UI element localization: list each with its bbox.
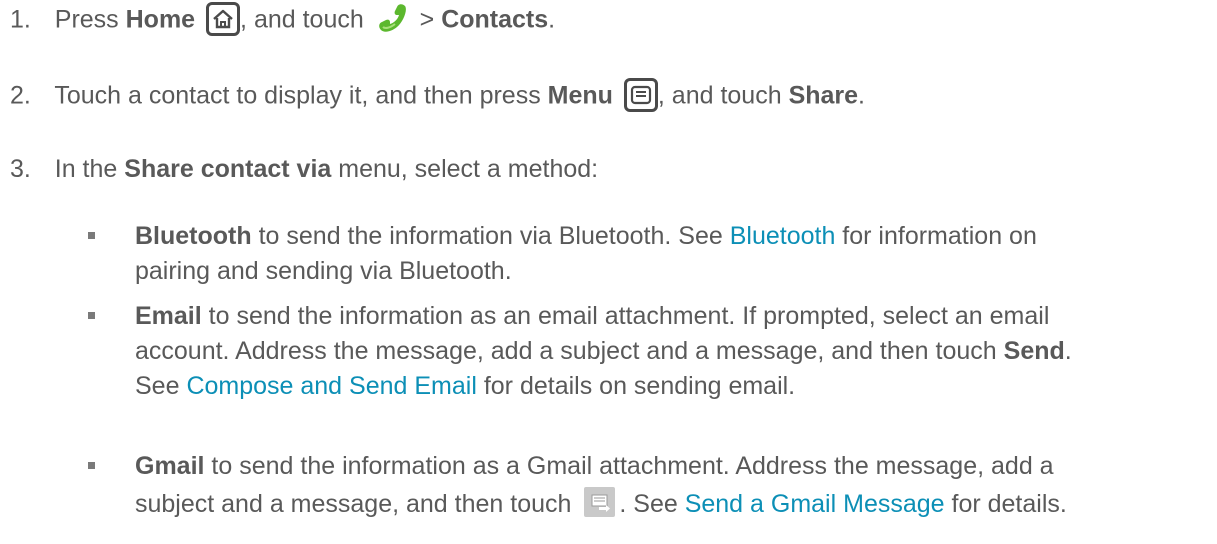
phone-icon xyxy=(375,0,409,34)
bullet-icon xyxy=(88,462,95,469)
step-2: 2. Touch a contact to display it, and th… xyxy=(10,78,865,114)
step-text: > xyxy=(412,5,442,34)
step-text: Touch a contact to display it, and then … xyxy=(54,81,548,110)
send-label: Send xyxy=(1003,337,1065,365)
method-email-line-3: See Compose and Send Email for details o… xyxy=(135,371,795,401)
bluetooth-link[interactable]: Bluetooth xyxy=(730,222,836,250)
method-text: for details on sending email. xyxy=(476,372,796,400)
method-bluetooth-line-1: Bluetooth to send the information via Bl… xyxy=(135,221,1037,251)
method-gmail-line-2: subject and a message, and then touch . … xyxy=(135,487,1067,520)
method-name: Email xyxy=(135,302,202,330)
bullet-icon xyxy=(88,232,95,239)
method-text: . See xyxy=(619,490,685,518)
method-text: See xyxy=(135,372,187,400)
method-text: pairing and sending via Bluetooth. xyxy=(135,257,512,285)
step-number: 3. xyxy=(10,155,31,183)
method-text: account. Address the message, add a subj… xyxy=(135,337,1004,365)
method-text: for information on xyxy=(835,222,1037,250)
step-number: 2. xyxy=(10,81,31,110)
step-text: , and touch xyxy=(657,81,789,110)
method-text: to send the information as a Gmail attac… xyxy=(204,452,1054,480)
contacts-label: Contacts xyxy=(441,5,549,34)
send-icon xyxy=(584,487,616,518)
menu-key-label: Menu xyxy=(547,81,613,110)
method-text: to send the information as an email atta… xyxy=(201,302,1050,330)
method-email-line-2: account. Address the message, add a subj… xyxy=(135,336,1072,366)
send-a-gmail-message-link[interactable]: Send a Gmail Message xyxy=(685,490,945,518)
share-label: Share xyxy=(788,81,859,110)
method-bluetooth-line-2: pairing and sending via Bluetooth. xyxy=(135,256,512,286)
home-icon xyxy=(206,2,241,36)
method-email-line-1: Email to send the information as an emai… xyxy=(135,301,1049,331)
method-text: . xyxy=(1064,337,1072,365)
step-1: 1. Press Home , and touch > Contacts. xyxy=(10,2,556,38)
step-text: Press xyxy=(54,5,126,34)
step-text: In the xyxy=(54,155,125,183)
share-contact-via-label: Share contact via xyxy=(124,155,332,183)
method-text: subject and a message, and then touch xyxy=(135,490,572,518)
step-text: menu, select a method: xyxy=(331,155,599,183)
step-3: 3. In the Share contact via menu, select… xyxy=(10,154,598,184)
home-key-label: Home xyxy=(125,5,196,34)
compose-and-send-email-link[interactable]: Compose and Send Email xyxy=(186,372,476,400)
step-text: . xyxy=(858,81,865,110)
method-gmail-line-1: Gmail to send the information as a Gmail… xyxy=(135,451,1054,481)
bullet-icon xyxy=(88,312,95,319)
step-text: , and touch xyxy=(240,5,371,34)
method-name: Gmail xyxy=(135,452,205,480)
method-text: to send the information via Bluetooth. S… xyxy=(251,222,730,250)
menu-icon xyxy=(623,78,658,112)
step-text: . xyxy=(548,5,556,34)
method-text: for details. xyxy=(944,490,1067,518)
step-number: 1. xyxy=(10,5,31,34)
method-name: Bluetooth xyxy=(135,222,252,250)
